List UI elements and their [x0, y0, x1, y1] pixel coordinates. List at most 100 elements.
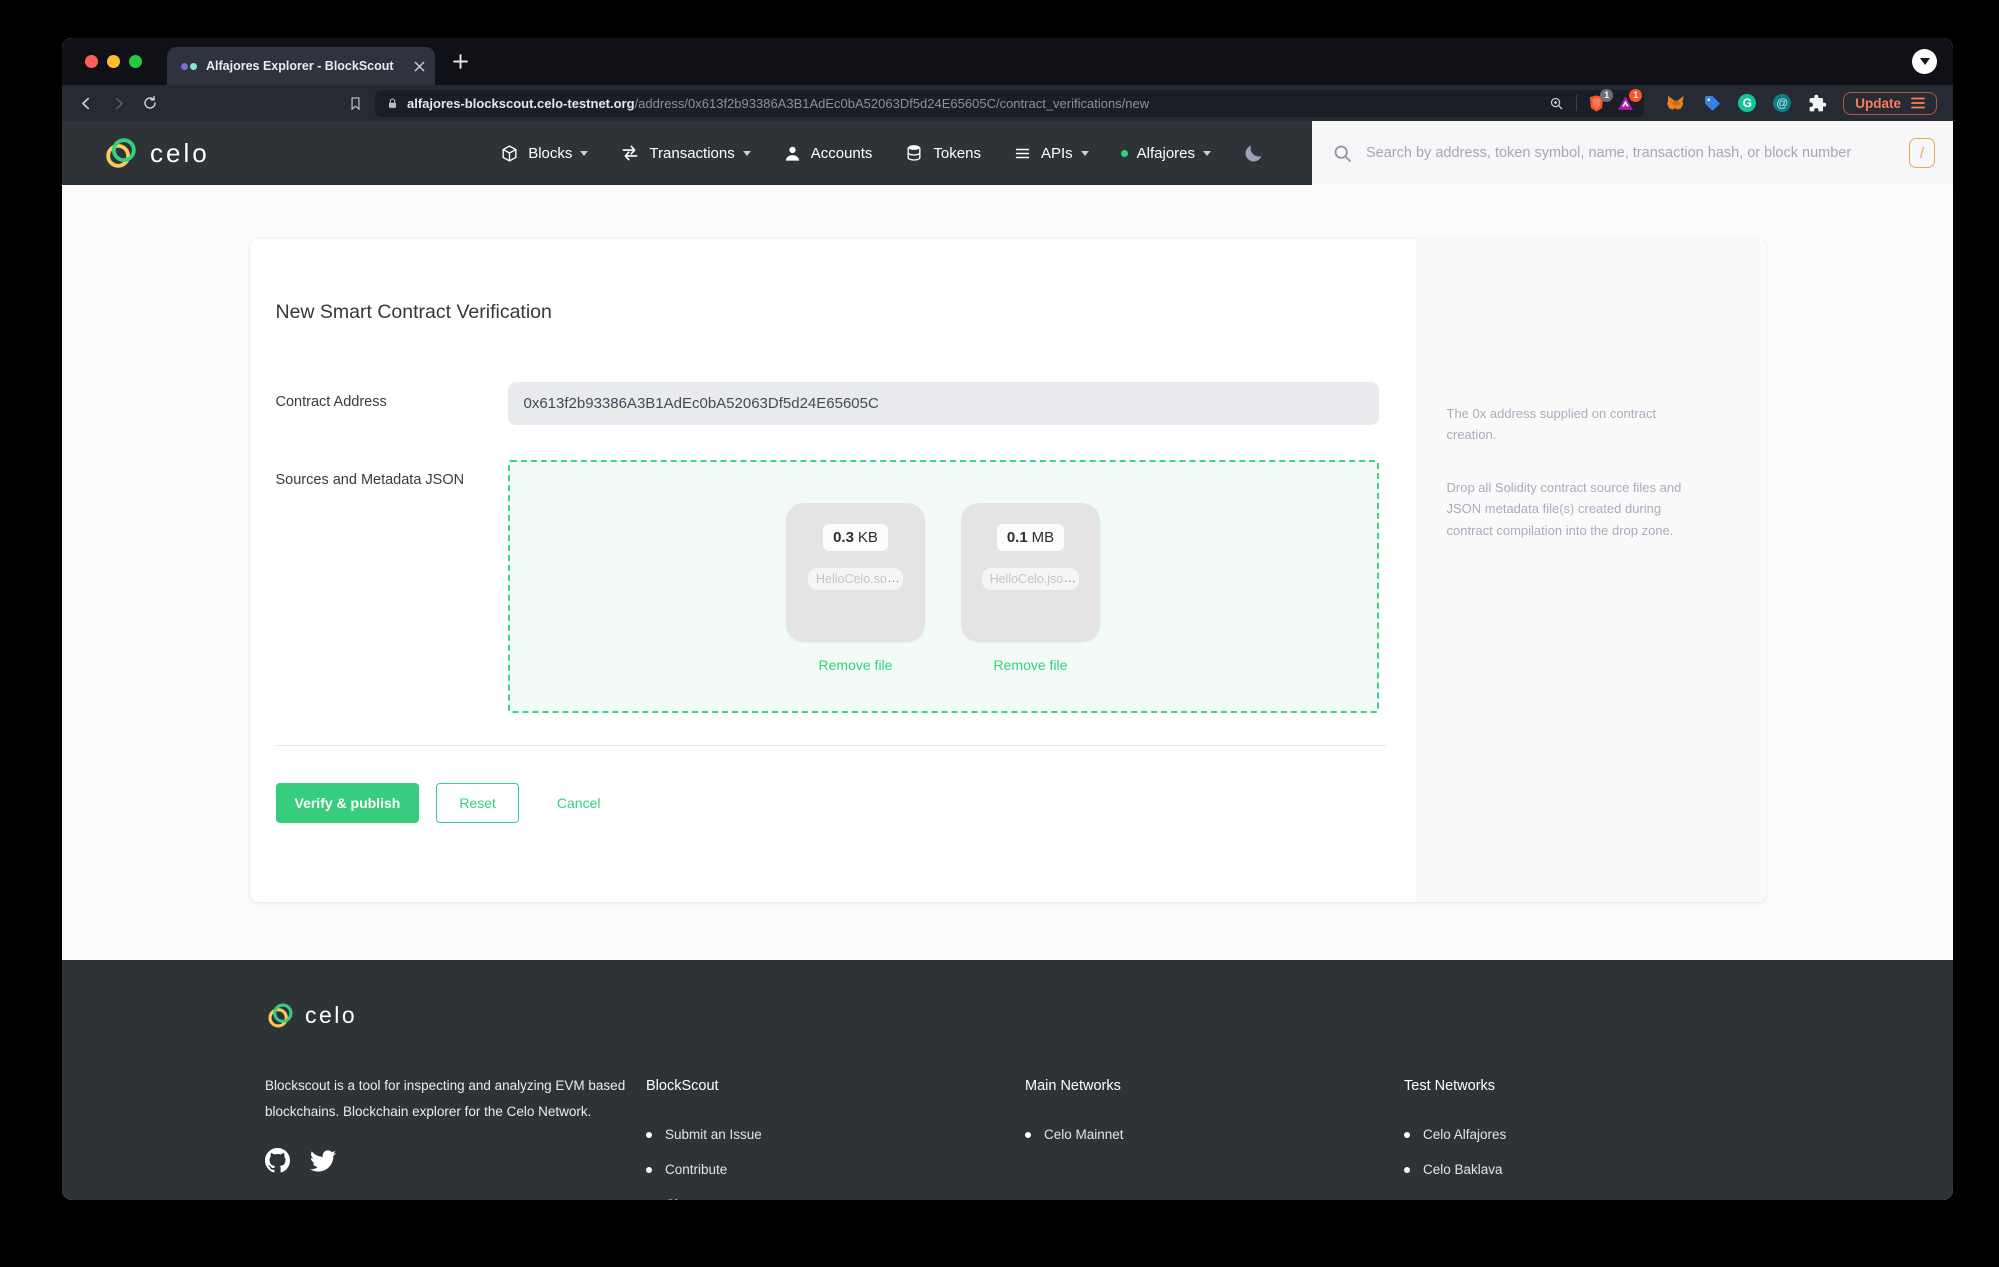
- maximize-window-button[interactable]: [129, 55, 142, 68]
- chevron-down-icon: [1080, 150, 1089, 156]
- reload-button[interactable]: [142, 95, 158, 111]
- brave-shield-icon[interactable]: 1: [1587, 88, 1614, 113]
- chevron-down-icon: [580, 150, 589, 156]
- shield-badge: 1: [1600, 88, 1614, 102]
- bullet-icon: [1404, 1166, 1410, 1173]
- footer-social-links: [265, 1148, 646, 1179]
- reset-button[interactable]: Reset: [436, 783, 519, 823]
- window-controls: [85, 55, 142, 68]
- form-actions: Verify & publish Reset Cancel: [275, 783, 1416, 823]
- tab-title: Alfajores Explorer - BlockScout: [206, 59, 394, 73]
- nav-blocks[interactable]: Blocks: [500, 144, 589, 163]
- uploaded-files: 0.3 KB HelloCelo.so... Remove file 0.1 MB …: [786, 503, 1100, 711]
- chevron-down-icon: [1919, 58, 1930, 65]
- browser-window: Alfajores Explorer - BlockScout alfajore…: [62, 38, 1953, 1200]
- bookmark-icon[interactable]: [348, 96, 363, 111]
- file-dropzone[interactable]: 0.3 KB HelloCelo.so... Remove file 0.1 MB …: [507, 460, 1379, 713]
- search-shortcut-badge: /: [1909, 138, 1935, 168]
- footer-celo-brand[interactable]: celo: [265, 1000, 646, 1031]
- footer-link-celo-mainnet[interactable]: Celo Mainnet: [1025, 1125, 1404, 1144]
- uploaded-file: 0.3 KB HelloCelo.so... Remove file: [786, 503, 925, 711]
- site-footer: celo Blockscout is a tool for inspecting…: [62, 960, 1953, 1200]
- page-content: New Smart Contract Verification Contract…: [62, 185, 1953, 960]
- extensions-area: [1666, 93, 1827, 113]
- file-name: HelloCelo.so...: [807, 568, 904, 590]
- nav-apis[interactable]: APIs: [1013, 144, 1089, 163]
- file-card[interactable]: 0.3 KB HelloCelo.so...: [786, 503, 925, 642]
- update-browser-button[interactable]: Update: [1843, 91, 1937, 115]
- apis-icon: [1015, 148, 1030, 158]
- verification-card: New Smart Contract Verification Contract…: [249, 239, 1766, 902]
- at-extension-icon[interactable]: [1773, 94, 1792, 112]
- twitter-icon[interactable]: [310, 1148, 337, 1179]
- blockscout-favicon-icon: [181, 62, 197, 70]
- moon-icon: [1245, 145, 1262, 161]
- grammarly-icon[interactable]: [1738, 94, 1757, 112]
- contract-address-input[interactable]: [507, 382, 1379, 425]
- form-divider: [275, 745, 1386, 746]
- main-menu: Blocks Transactions Accounts Tokens APIs: [500, 143, 1286, 164]
- address-help-text: The 0x address supplied on contract crea…: [1446, 406, 1657, 443]
- forward-button[interactable]: [110, 95, 127, 112]
- footer-link-chat[interactable]: Chat: [646, 1195, 1025, 1200]
- minimize-window-button[interactable]: [107, 55, 120, 68]
- file-name: HelloCelo.jso...: [981, 568, 1080, 590]
- file-card[interactable]: 0.1 MB HelloCelo.jso...: [961, 503, 1100, 642]
- tokens-icon: [907, 145, 921, 161]
- browser-tab[interactable]: Alfajores Explorer - BlockScout: [167, 47, 435, 85]
- back-button[interactable]: [78, 95, 95, 112]
- url-path: /address/0x613f2b93386A3B1AdEc0bA52063Df…: [634, 95, 1150, 111]
- address-bar[interactable]: alfajores-blockscout.celo-testnet.org/ad…: [375, 88, 1645, 117]
- dark-mode-toggle[interactable]: [1243, 143, 1264, 164]
- blocks-icon: [502, 144, 517, 162]
- nav-network-selector[interactable]: Alfajores: [1120, 145, 1211, 162]
- github-icon[interactable]: [265, 1148, 290, 1178]
- footer-link-celo-alfajores[interactable]: Celo Alfajores: [1404, 1125, 1783, 1144]
- network-status-dot: [1120, 149, 1128, 157]
- celo-logo: [268, 1003, 293, 1028]
- search-input[interactable]: [1366, 145, 1896, 161]
- celo-logo: [106, 138, 136, 168]
- verify-publish-button[interactable]: Verify & publish: [275, 783, 420, 823]
- extensions-puzzle-icon[interactable]: [1808, 94, 1827, 113]
- nav-transactions[interactable]: Transactions: [620, 143, 751, 163]
- nav-tokens[interactable]: Tokens: [904, 143, 981, 163]
- update-label: Update: [1855, 95, 1901, 111]
- footer-main-networks-column: Main Networks Celo Mainnet: [1025, 1000, 1404, 1200]
- brave-rewards-icon[interactable]: 1: [1616, 88, 1643, 113]
- remove-file-link[interactable]: Remove file: [994, 657, 1068, 673]
- close-window-button[interactable]: [85, 55, 98, 68]
- search-icon: [1334, 145, 1351, 162]
- transactions-icon: [622, 145, 638, 161]
- footer-column-title: BlockScout: [646, 1078, 719, 1094]
- new-tab-button[interactable]: [453, 54, 468, 69]
- footer-link-celo-baklava[interactable]: Celo Baklava: [1404, 1160, 1783, 1179]
- zoom-page-icon[interactable]: [1549, 96, 1564, 111]
- close-tab-icon[interactable]: [414, 61, 425, 72]
- celo-brand[interactable]: celo: [102, 134, 210, 172]
- tag-extension-icon[interactable]: [1703, 94, 1721, 112]
- remove-file-link[interactable]: Remove file: [819, 657, 893, 673]
- metamask-icon[interactable]: [1666, 93, 1686, 113]
- lock-icon: [386, 97, 399, 110]
- footer-blockscout-column: BlockScout Submit an Issue Contribute Ch…: [646, 1000, 1025, 1200]
- contract-address-label: Contract Address: [275, 394, 387, 410]
- accounts-icon: [785, 146, 799, 161]
- tab-search-button[interactable]: [1912, 49, 1937, 74]
- sources-row: Sources and Metadata JSON 0.3 KB HelloCel…: [276, 460, 1416, 713]
- nav-accounts[interactable]: Accounts: [783, 144, 872, 163]
- uploaded-file: 0.1 MB HelloCelo.jso... Remove file: [961, 503, 1100, 711]
- footer-description: Blockscout is a tool for inspecting and …: [265, 1078, 626, 1120]
- footer-test-networks-column: Test Networks Celo Alfajores Celo Baklav…: [1404, 1000, 1783, 1200]
- rewards-badge: 1: [1629, 88, 1643, 102]
- brand-wordmark: celo: [150, 137, 210, 168]
- cancel-link[interactable]: Cancel: [557, 795, 601, 811]
- page-title: New Smart Contract Verification: [275, 301, 552, 323]
- chevron-down-icon: [1203, 150, 1211, 156]
- footer-link-submit-issue[interactable]: Submit an Issue: [646, 1125, 1025, 1144]
- site-navbar: celo Blocks Transactions Accounts Tokens: [62, 121, 1953, 185]
- tab-strip: Alfajores Explorer - BlockScout: [62, 38, 1953, 85]
- footer-brand-wordmark: celo: [305, 1002, 358, 1028]
- footer-link-contribute[interactable]: Contribute: [646, 1160, 1025, 1179]
- bullet-icon: [646, 1131, 652, 1138]
